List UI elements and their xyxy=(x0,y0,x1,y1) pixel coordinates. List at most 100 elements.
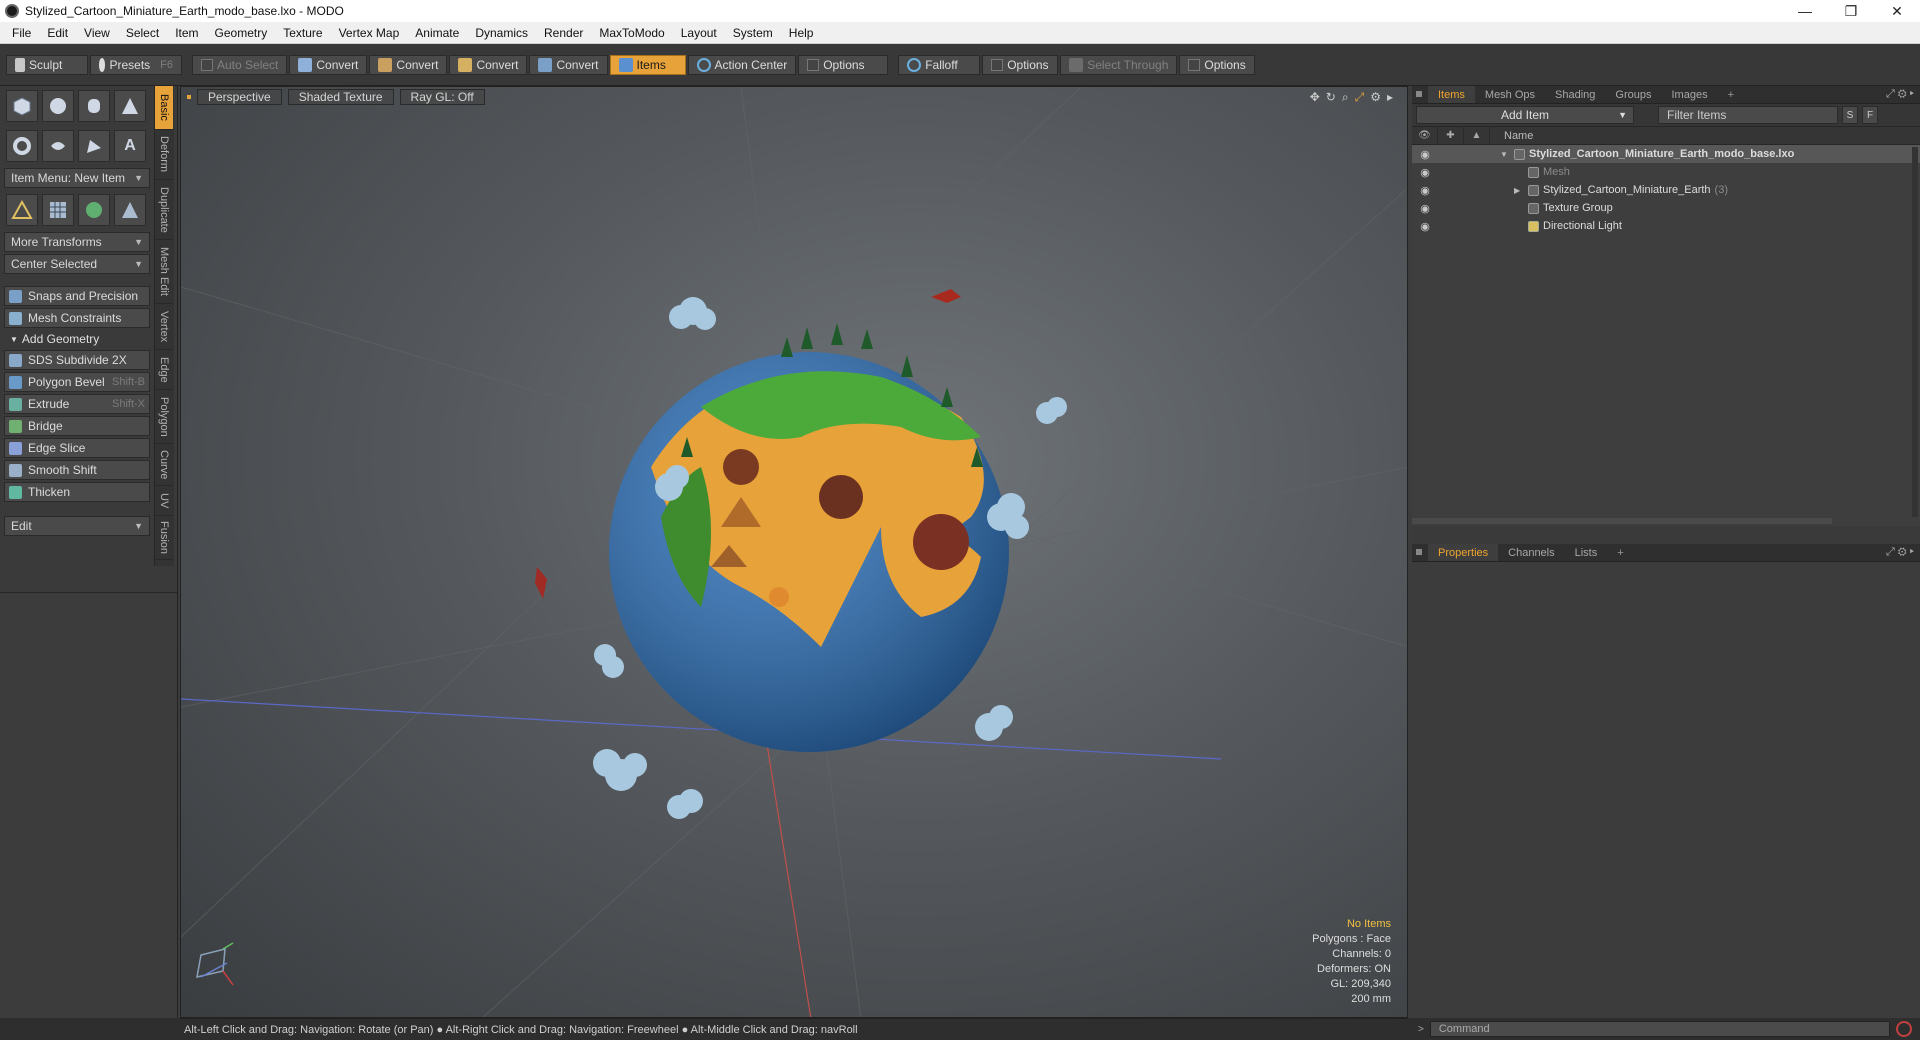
action-center-button[interactable]: Action Center xyxy=(687,54,797,75)
vtab-mesh-edit[interactable]: Mesh Edit xyxy=(155,240,173,304)
menu-texture[interactable]: Texture xyxy=(275,26,330,40)
minimize-button[interactable]: — xyxy=(1782,0,1828,22)
chevron-right-icon[interactable]: ▶ xyxy=(1514,186,1524,195)
vtab-basic[interactable]: Basic xyxy=(155,86,173,130)
sds-subdivide-button[interactable]: SDS Subdivide 2X xyxy=(4,350,150,370)
menu-dynamics[interactable]: Dynamics xyxy=(467,26,536,40)
sphere-icon[interactable] xyxy=(42,90,74,122)
tab-groups[interactable]: Groups xyxy=(1605,86,1661,103)
cube-icon[interactable] xyxy=(6,90,38,122)
center-selected-dropdown[interactable]: Center Selected ▼ xyxy=(4,254,150,274)
lock-column-icon[interactable]: ✚ xyxy=(1438,126,1464,145)
render-column-icon[interactable]: ▲ xyxy=(1464,126,1490,145)
menu-select[interactable]: Select xyxy=(118,26,167,40)
cylinder-icon[interactable] xyxy=(78,90,110,122)
tab-items[interactable]: Items xyxy=(1428,86,1475,103)
auto-select-button[interactable]: Auto Select xyxy=(192,54,288,75)
tab-mesh-ops[interactable]: Mesh Ops xyxy=(1475,86,1545,103)
menu-item[interactable]: Item xyxy=(167,26,206,40)
add-tab-icon[interactable]: + xyxy=(1607,544,1633,561)
pen-icon[interactable] xyxy=(78,130,110,162)
falloff-options-button[interactable]: Options xyxy=(982,54,1059,75)
convert-button-2[interactable]: Convert xyxy=(369,54,448,75)
vtab-curve[interactable]: Curve xyxy=(155,444,173,486)
vtab-edge[interactable]: Edge xyxy=(155,350,173,390)
action-center-options-button[interactable]: Options xyxy=(798,54,889,75)
close-button[interactable]: ✕ xyxy=(1874,0,1920,22)
menu-layout[interactable]: Layout xyxy=(673,26,725,40)
vtab-duplicate[interactable]: Duplicate xyxy=(155,180,173,240)
3d-viewport[interactable]: Perspective Shaded Texture Ray GL: Off ✥… xyxy=(180,86,1408,1018)
snaps-precision-button[interactable]: Snaps and Precision xyxy=(4,286,150,306)
falloff-button[interactable]: Falloff xyxy=(898,54,981,75)
edge-slice-button[interactable]: Edge Slice xyxy=(4,438,150,458)
fit-icon[interactable]: ⤢ xyxy=(1355,90,1365,105)
menu-animate[interactable]: Animate xyxy=(407,26,467,40)
viewport-menu-dot[interactable] xyxy=(187,95,191,99)
more-transforms-dropdown[interactable]: More Transforms ▼ xyxy=(4,232,150,252)
visibility-column-icon[interactable]: 👁 xyxy=(1412,126,1438,145)
chevron-down-icon[interactable]: ▼ xyxy=(1500,150,1510,159)
sculpt-button[interactable]: Sculpt xyxy=(6,54,88,75)
command-input[interactable]: Command xyxy=(1429,1021,1890,1037)
menu-vertex-map[interactable]: Vertex Map xyxy=(331,26,408,40)
stretch-icon[interactable] xyxy=(114,194,146,226)
filter-items-input[interactable]: Filter Items xyxy=(1658,106,1838,124)
panel-menu-icon[interactable] xyxy=(1416,91,1422,97)
list-item[interactable]: ◉ Texture Group xyxy=(1412,199,1920,217)
panel-menu-icon[interactable] xyxy=(1416,549,1422,555)
list-item[interactable]: ◉ ▶ Stylized_Cartoon_Miniature_Earth (3) xyxy=(1412,181,1920,199)
polygon-bevel-button[interactable]: Polygon Bevel Shift-B xyxy=(4,372,150,392)
vtab-polygon[interactable]: Polygon xyxy=(155,390,173,444)
rotate-icon[interactable]: ↻ xyxy=(1326,90,1336,105)
filter-f-button[interactable]: F xyxy=(1862,106,1878,124)
text-tool-icon[interactable]: A xyxy=(114,130,146,162)
zoom-icon[interactable]: ⌕ xyxy=(1342,90,1349,105)
tab-shading[interactable]: Shading xyxy=(1545,86,1605,103)
raygl-dropdown[interactable]: Ray GL: Off xyxy=(399,89,485,105)
extrude-button[interactable]: Extrude Shift-X xyxy=(4,394,150,414)
menu-geometry[interactable]: Geometry xyxy=(207,26,276,40)
menu-edit[interactable]: Edit xyxy=(39,26,76,40)
pan-icon[interactable]: ✥ xyxy=(1310,90,1320,105)
convert-button-3[interactable]: Convert xyxy=(449,54,528,75)
tab-channels[interactable]: Channels xyxy=(1498,544,1564,561)
settings-gear-icon[interactable]: ⚙ xyxy=(1370,90,1381,105)
add-tab-icon[interactable]: + xyxy=(1718,86,1744,103)
command-history-icon[interactable] xyxy=(1895,1021,1912,1037)
tab-properties[interactable]: Properties xyxy=(1428,544,1499,561)
add-geometry-header[interactable]: ▼ Add Geometry xyxy=(4,330,150,348)
items-mode-button[interactable]: Items xyxy=(609,54,686,75)
select-through-button[interactable]: Select Through xyxy=(1060,54,1178,75)
item-menu-dropdown[interactable]: Item Menu: New Item ▼ xyxy=(4,168,150,188)
select-options-button[interactable]: Options xyxy=(1179,54,1256,75)
vtab-uv[interactable]: UV xyxy=(155,486,173,516)
menu-view[interactable]: View xyxy=(76,26,118,40)
horizontal-scrollbar[interactable] xyxy=(1412,518,1832,524)
smooth-shift-button[interactable]: Smooth Shift xyxy=(4,460,150,480)
list-item[interactable]: ◉ Directional Light xyxy=(1412,217,1920,235)
menu-file[interactable]: File xyxy=(4,26,39,40)
edit-dropdown[interactable]: Edit ▼ xyxy=(4,516,150,536)
convert-button-1[interactable]: Convert xyxy=(289,54,368,75)
menu-help[interactable]: Help xyxy=(781,26,822,40)
tab-images[interactable]: Images xyxy=(1662,86,1718,103)
eye-icon[interactable]: ◉ xyxy=(1412,184,1438,197)
eye-icon[interactable]: ◉ xyxy=(1412,220,1438,233)
tab-lists[interactable]: Lists xyxy=(1565,544,1608,561)
eye-icon[interactable]: ◉ xyxy=(1412,166,1438,179)
thicken-button[interactable]: Thicken xyxy=(4,482,150,502)
filter-s-button[interactable]: S xyxy=(1842,106,1858,124)
vtab-vertex[interactable]: Vertex xyxy=(155,304,173,350)
name-column-header[interactable]: Name xyxy=(1490,130,1533,142)
list-item[interactable]: ◉ Mesh xyxy=(1412,163,1920,181)
expand-arrow-icon[interactable]: ▸ xyxy=(1387,90,1393,105)
torus-icon[interactable] xyxy=(6,130,38,162)
cone-icon[interactable] xyxy=(114,90,146,122)
panel-controls-icon[interactable]: ⤢ ⚙ ▸ xyxy=(1886,88,1914,101)
panel-controls-icon[interactable]: ⤢ ⚙ ▸ xyxy=(1886,546,1914,559)
mesh-constraints-button[interactable]: Mesh Constraints xyxy=(4,308,150,328)
grid-icon[interactable] xyxy=(42,194,74,226)
shading-dropdown[interactable]: Shaded Texture xyxy=(287,89,394,105)
list-item[interactable]: ◉ ▼ Stylized_Cartoon_Miniature_Earth_modo… xyxy=(1412,145,1920,163)
